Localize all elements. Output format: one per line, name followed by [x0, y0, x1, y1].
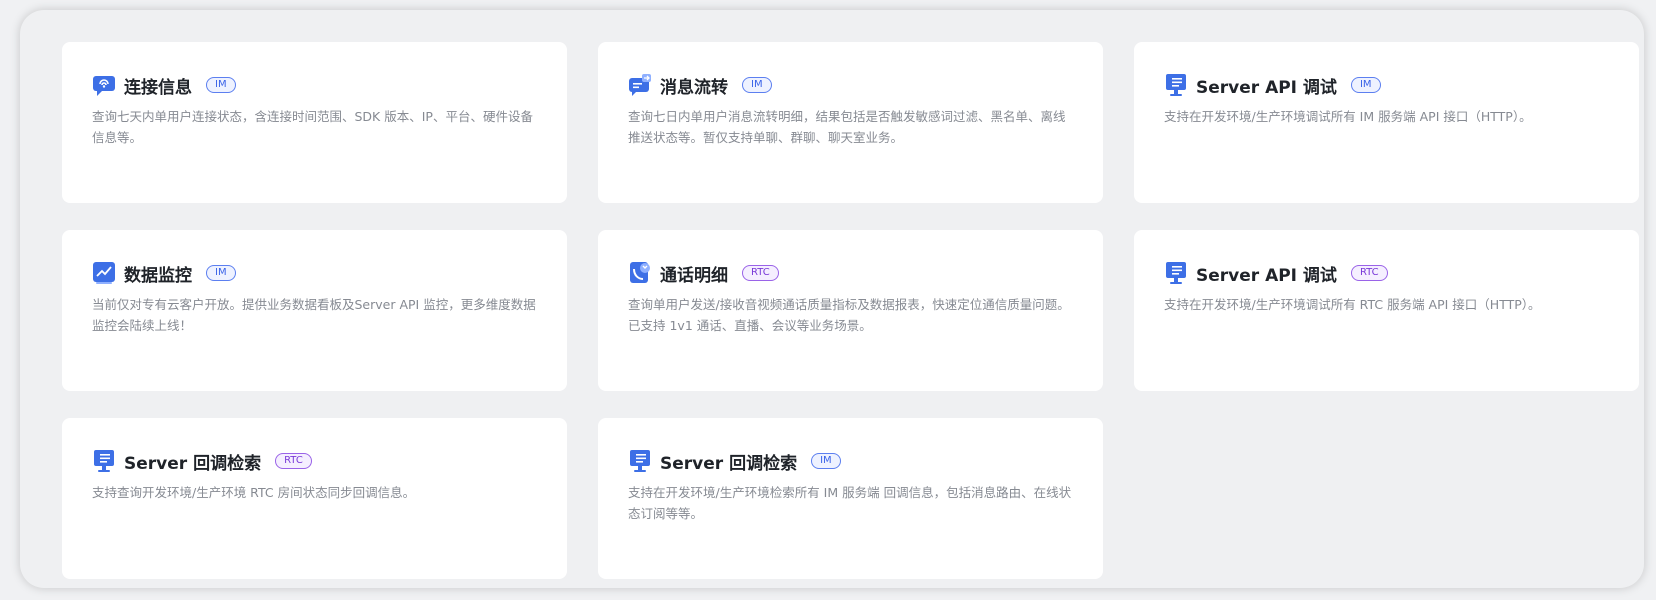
card-title: Server 回调检索 [124, 453, 262, 474]
im-badge: IM [742, 77, 772, 93]
card-server-callback-search-rtc[interactable]: Server 回调检索 RTC 支持查询开发环境/生产环境 RTC 房间状态同步… [62, 418, 567, 579]
card-title: 通话明细 [660, 265, 728, 286]
server-monitor-icon [1164, 73, 1188, 97]
card-server-api-debug-rtc[interactable]: Server API 调试 RTC 支持在开发环境/生产环境调试所有 RTC 服… [1134, 230, 1639, 391]
card-description: 查询单用户发送/接收音视频通话质量指标及数据报表，快速定位通信质量问题。已支持 … [628, 297, 1070, 333]
card-description: 查询七天内单用户连接状态，含连接时间范围、SDK 版本、IP、平台、硬件设备信息… [92, 109, 533, 145]
card-title: 连接信息 [124, 77, 192, 98]
chart-monitor-icon [92, 261, 116, 285]
card-description: 支持查询开发环境/生产环境 RTC 房间状态同步回调信息。 [92, 485, 416, 500]
card-title: Server API 调试 [1196, 77, 1337, 98]
card-header: 数据监控 IM [92, 260, 537, 286]
card-description: 支持在开发环境/生产环境调试所有 IM 服务端 API 接口（HTTP）。 [1164, 109, 1532, 124]
card-connection-info[interactable]: 连接信息 IM 查询七天内单用户连接状态，含连接时间范围、SDK 版本、IP、平… [62, 42, 567, 203]
connection-chat-icon [92, 73, 116, 97]
card-title: Server 回调检索 [660, 453, 798, 474]
phone-call-icon [628, 261, 652, 285]
server-monitor-icon [1164, 261, 1188, 285]
card-header: Server 回调检索 IM [628, 448, 1073, 474]
im-badge: IM [206, 265, 236, 281]
card-header: 消息流转 IM [628, 72, 1073, 98]
im-badge: IM [811, 453, 841, 469]
server-monitor-icon [628, 449, 652, 473]
card-description: 当前仅对专有云客户开放。提供业务数据看板及Server API 监控，更多维度数… [92, 297, 536, 333]
card-header: 通话明细 RTC [628, 260, 1073, 286]
tools-panel: 连接信息 IM 查询七天内单用户连接状态，含连接时间范围、SDK 版本、IP、平… [20, 10, 1644, 588]
im-badge: IM [206, 77, 236, 93]
card-title: 消息流转 [660, 77, 728, 98]
rtc-badge: RTC [742, 265, 779, 281]
card-description: 支持在开发环境/生产环境检索所有 IM 服务端 回调信息，包括消息路由、在线状态… [628, 485, 1072, 521]
message-forward-icon [628, 73, 652, 97]
card-header: Server API 调试 IM [1164, 72, 1609, 98]
server-monitor-icon [92, 449, 116, 473]
card-description: 查询七日内单用户消息流转明细，结果包括是否触发敏感词过滤、黑名单、离线推送状态等… [628, 109, 1066, 145]
card-server-callback-search-im[interactable]: Server 回调检索 IM 支持在开发环境/生产环境检索所有 IM 服务端 回… [598, 418, 1103, 579]
im-badge: IM [1350, 77, 1381, 93]
card-title: 数据监控 [124, 265, 192, 286]
card-header: Server 回调检索 RTC [92, 448, 537, 474]
card-data-monitoring[interactable]: 数据监控 IM 当前仅对专有云客户开放。提供业务数据看板及Server API … [62, 230, 567, 391]
tools-grid: 连接信息 IM 查询七天内单用户连接状态，含连接时间范围、SDK 版本、IP、平… [62, 42, 1639, 579]
card-server-api-debug-im[interactable]: Server API 调试 IM 支持在开发环境/生产环境调试所有 IM 服务端… [1134, 42, 1639, 203]
card-title: Server API 调试 [1196, 265, 1337, 286]
rtc-badge: RTC [275, 453, 312, 469]
card-message-flow[interactable]: 消息流转 IM 查询七日内单用户消息流转明细，结果包括是否触发敏感词过滤、黑名单… [598, 42, 1103, 203]
card-call-details[interactable]: 通话明细 RTC 查询单用户发送/接收音视频通话质量指标及数据报表，快速定位通信… [598, 230, 1103, 391]
rtc-badge: RTC [1350, 265, 1388, 281]
card-header: Server API 调试 RTC [1164, 260, 1609, 286]
card-header: 连接信息 IM [92, 72, 537, 98]
card-description: 支持在开发环境/生产环境调试所有 RTC 服务端 API 接口（HTTP）。 [1164, 297, 1541, 312]
